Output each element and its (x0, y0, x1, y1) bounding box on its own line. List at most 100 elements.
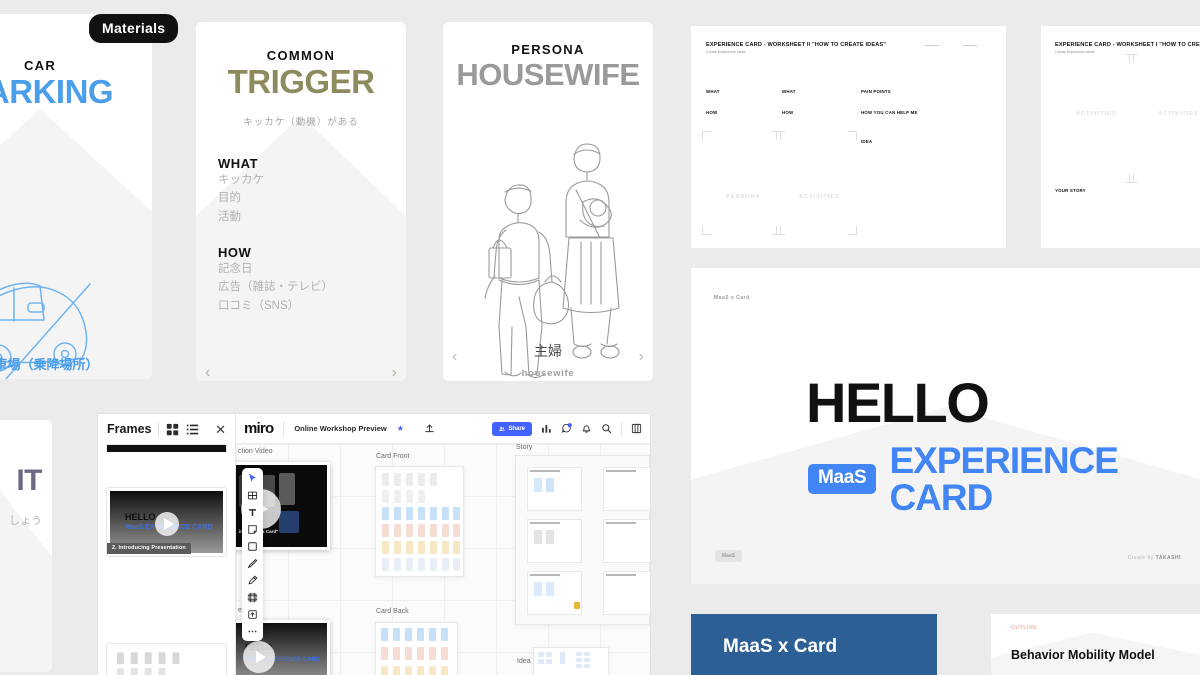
section-item: 活動 (218, 210, 241, 223)
section-item: 記念日 (218, 262, 253, 275)
canvas-label-card-front: Card Front (376, 453, 410, 460)
experience-card-heading: EXPERIENCE CARD (889, 440, 1119, 518)
section-item: 広告（雑誌・テレビ） (218, 281, 333, 294)
template-icon[interactable] (247, 489, 259, 501)
credit-line: Create by TAKASHI (1128, 555, 1181, 561)
miro-canvas[interactable]: ction Video Card Front Story entation Ca… (236, 444, 650, 675)
housewife-illustration (484, 143, 620, 379)
section-item: 目的 (218, 192, 241, 205)
worksheet-2-field: WHAT (782, 89, 796, 94)
cursor-icon[interactable] (247, 472, 259, 484)
play-icon[interactable] (243, 641, 275, 673)
maas-chip: MaaS (808, 464, 877, 494)
divider (158, 422, 160, 436)
sticky-note-icon[interactable] (247, 523, 259, 535)
document-name[interactable]: Online Workshop Preview (294, 424, 386, 433)
worksheet-2-field: IDEA (861, 139, 873, 144)
maas-footer-badge: MaaS (715, 550, 743, 562)
credit-author: TAKASHI (1155, 555, 1181, 561)
card-housewife-kicker: PERSONA (511, 42, 585, 57)
section-heading: HOW (218, 244, 252, 260)
card-housewife-footer-en: housewife (521, 368, 575, 379)
canvas-group-story[interactable] (515, 455, 650, 625)
tile-maas-title: MaaS x Card (723, 636, 838, 657)
star-icon[interactable]: ★ (397, 424, 404, 433)
divider (283, 421, 285, 436)
worksheet-1-title: EXPERIENCE CARD - WORKSHEET I "HOW TO CR… (1055, 42, 1200, 48)
comment-icon[interactable] (561, 423, 572, 434)
search-icon[interactable] (601, 423, 612, 434)
grid-icon[interactable] (166, 423, 179, 436)
card-housewife[interactable]: PERSONA HOUSEWIFE 主婦 housewife ‹ › (443, 22, 653, 381)
tile-maas-x-card[interactable]: MaaS x Card (691, 614, 937, 675)
card-parking-kicker: CAR (23, 58, 57, 73)
section-heading: WHAT (218, 155, 259, 171)
card-trigger-title: TRIGGER (227, 63, 375, 100)
worksheet-2-field: HOW (782, 110, 794, 115)
tile-behavior-title: Behavior Mobility Model (1011, 648, 1155, 662)
card-housewife-next-arrow[interactable]: › (639, 349, 644, 365)
card-trigger-next-arrow[interactable]: › (392, 365, 397, 381)
shape-icon[interactable] (247, 540, 259, 552)
worksheet-1[interactable]: EXPERIENCE CARD - WORKSHEET I "HOW TO CR… (1041, 26, 1200, 248)
frames-panel[interactable]: Frames ✕ HELLO MaaS EXPERIENCE CARD 2. I… (98, 414, 236, 675)
card-trigger-prev-arrow[interactable]: ‹ (205, 365, 210, 381)
card-partial-bottom-left[interactable]: IT しょう (0, 420, 52, 672)
share-button[interactable]: Share (492, 421, 532, 436)
worksheet-2-field: WHAT (706, 89, 720, 94)
frames-panel-title: Frames (107, 422, 152, 436)
hello-experience-card-panel[interactable]: MaaS x Card HELLO MaaS EXPERIENCE CARD M… (691, 268, 1200, 584)
canvas-group-card-back[interactable] (375, 622, 458, 675)
worksheet-2-field: HOW (706, 110, 718, 115)
frame-thumb-partial[interactable] (106, 444, 227, 452)
list-icon[interactable] (186, 423, 199, 436)
canvas-label-introduction-video: ction Video (238, 448, 273, 455)
upload-icon[interactable] (247, 608, 259, 620)
worksheet-2-subtitle: Create Experience Ideas (706, 50, 746, 54)
canvas-label-story: Story (516, 444, 533, 451)
miro-toolbar[interactable]: miro Online Workshop Preview ★ Share (236, 414, 650, 444)
screenshot-root: CAR PARKING 駐 (0, 0, 1200, 675)
canvas-label-idea: Idea (517, 658, 531, 665)
miro-body: miro Online Workshop Preview ★ Share cti… (236, 414, 650, 675)
frame-icon[interactable] (631, 423, 642, 434)
play-icon[interactable] (155, 512, 179, 536)
close-icon[interactable]: ✕ (215, 423, 226, 436)
worksheet-1-ghost-label: ACTIVITIES (1076, 111, 1117, 117)
worksheet-1-field: YOUR STORY (1055, 188, 1086, 193)
card-trigger-subtitle: キッカケ（動機）がある (243, 116, 359, 128)
upload-icon[interactable] (424, 423, 435, 434)
miro-window[interactable]: Frames ✕ HELLO MaaS EXPERIENCE CARD 2. I… (98, 414, 650, 675)
card-front-preview (116, 652, 180, 675)
worksheet-2[interactable]: EXPERIENCE CARD - WORKSHEET II "HOW TO C… (691, 26, 1006, 248)
hello-panel-top-label: MaaS x Card (714, 295, 750, 301)
tile-behavior-label: OUTLINE (1011, 625, 1038, 631)
chart-icon[interactable] (541, 423, 552, 434)
worksheet-2-field: HOW YOU CAN HELP ME (861, 110, 918, 115)
canvas-group-card-front[interactable] (375, 466, 464, 577)
worksheet-2-ghost-label: ACTIVITIES (799, 194, 840, 200)
card-trigger[interactable]: COMMON TRIGGER キッカケ（動機）がある WHAT キッカケ 目的 … (196, 22, 406, 381)
tile-behavior-mobility-model[interactable]: OUTLINE Behavior Mobility Model (991, 614, 1200, 675)
canvas-group-idea[interactable] (533, 647, 609, 675)
frame-icon[interactable] (247, 591, 259, 603)
card-housewife-prev-arrow[interactable]: ‹ (452, 349, 457, 365)
card-partial-title: IT (16, 464, 42, 497)
text-icon[interactable] (247, 506, 259, 518)
share-label: Share (508, 425, 525, 432)
card-trigger-section-how: HOW 記念日 広告（雑誌・テレビ） 口コミ（SNS） (218, 245, 406, 316)
more-icon[interactable] (247, 625, 259, 637)
frame-item-introducing-presentation[interactable]: HELLO MaaS EXPERIENCE CARD 2. Introducin… (106, 487, 227, 557)
bell-icon[interactable] (581, 423, 592, 434)
credit-prefix: Create by (1127, 555, 1156, 561)
card-parking-title: PARKING (0, 73, 114, 110)
section-item: 口コミ（SNS） (218, 299, 300, 312)
hello-heading: HELLO (806, 371, 990, 434)
section-item: キッカケ (218, 173, 264, 186)
canvas-tool-palette[interactable] (242, 468, 263, 641)
card-parking[interactable]: CAR PARKING 駐 (0, 14, 152, 379)
frame-item-card-front[interactable]: 3. Card Front (106, 643, 227, 675)
card-trigger-kicker: COMMON (266, 48, 336, 63)
pen-icon[interactable] (247, 557, 259, 569)
marker-icon[interactable] (247, 574, 259, 586)
